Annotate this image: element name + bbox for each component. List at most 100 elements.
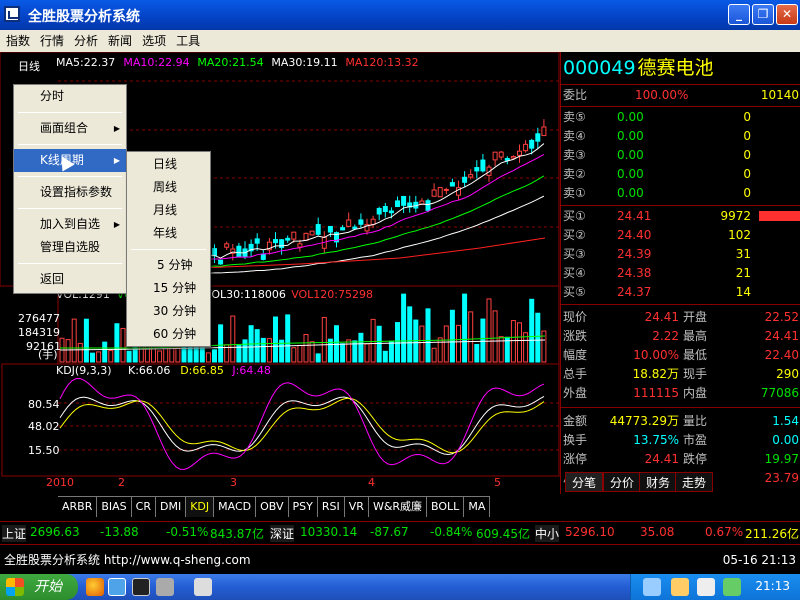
tab-kdj[interactable]: KDJ bbox=[186, 497, 215, 517]
tab-finance[interactable]: 财务 bbox=[639, 472, 678, 492]
stock-header: 000049 德赛电池 bbox=[563, 54, 714, 82]
menu-item-layout-label: 画面组合 bbox=[40, 121, 89, 135]
tab-trend[interactable]: 走势 bbox=[675, 472, 714, 492]
submenu-item-yearly[interactable]: 年线 bbox=[127, 222, 210, 245]
kdj-axis-1: 80.54 bbox=[28, 398, 60, 411]
submenu-item-60min[interactable]: 60 分钟 bbox=[127, 323, 210, 346]
submenu-arrow-icon: ▶ bbox=[113, 124, 120, 133]
menu-item-manage-favorites[interactable]: 管理自选股 bbox=[14, 236, 126, 259]
stat-value: 77086 bbox=[760, 386, 799, 400]
tab-psy[interactable]: PSY bbox=[289, 497, 318, 517]
stat-label: 跌停 bbox=[683, 452, 708, 466]
tray-app-icon[interactable] bbox=[697, 578, 715, 596]
sell-row: 卖③ 0.00 0 bbox=[563, 146, 799, 164]
submenu-item-30min[interactable]: 30 分钟 bbox=[127, 300, 210, 323]
tab-obv[interactable]: OBV bbox=[256, 497, 289, 517]
menu-index[interactable]: 指数 bbox=[0, 30, 35, 52]
ma-legend-item: MA20:21.54 bbox=[197, 56, 264, 69]
stat-label: 外盘 bbox=[563, 386, 588, 400]
app-launcher-icon[interactable] bbox=[156, 578, 174, 596]
menu-item-layout[interactable]: 画面组合 ▶ bbox=[14, 117, 126, 140]
stat-value: 23.79 bbox=[764, 471, 799, 485]
xaxis-label-0: 2010 bbox=[46, 476, 74, 489]
stat-label: 最高 bbox=[683, 329, 708, 343]
stat-label: 涨停 bbox=[563, 452, 588, 466]
ma-legend-item: MA10:22.94 bbox=[123, 56, 190, 69]
kdj-legend-item: KDJ(9,3,3) bbox=[56, 364, 112, 377]
menu-options[interactable]: 选项 bbox=[137, 30, 171, 52]
menu-item-add-favorite[interactable]: 加入到自选 ▶ bbox=[14, 213, 126, 236]
indicator-tabs: ARBR BIAS CR DMI KDJ MACD OBV PSY RSI VR W&R威廉 BOLL… bbox=[58, 496, 491, 517]
xaxis-label-3: 4 bbox=[368, 476, 375, 489]
menu-item-indicator-params[interactable]: 设置指标参数 bbox=[14, 181, 126, 204]
index-name[interactable]: 中小 bbox=[535, 525, 560, 542]
camera-icon[interactable] bbox=[194, 578, 212, 596]
tab-wr[interactable]: W&R威廉 bbox=[369, 497, 428, 517]
stock-name: 德赛电池 bbox=[637, 57, 714, 79]
stat-label: 现手 bbox=[683, 367, 708, 381]
explorer-icon[interactable] bbox=[108, 578, 126, 596]
network-icon[interactable] bbox=[643, 578, 661, 596]
submenu-item-5min[interactable]: 5 分钟 bbox=[127, 254, 210, 277]
start-button[interactable]: 开始 bbox=[0, 574, 78, 600]
stat-value: 24.41 bbox=[644, 310, 679, 324]
tab-arbr[interactable]: ARBR bbox=[58, 497, 98, 517]
submenu-item-monthly[interactable]: 月线 bbox=[127, 199, 210, 222]
stock-code: 000049 bbox=[563, 57, 636, 79]
submenu-item-weekly[interactable]: 周线 bbox=[127, 176, 210, 199]
buy-price: 24.39 bbox=[617, 247, 652, 261]
buy-price: 24.41 bbox=[617, 209, 652, 223]
sell-label: 卖④ bbox=[563, 129, 586, 143]
stat-row: 涨停 24.41 跌停 19.97 bbox=[563, 450, 799, 468]
buy-volume: 31 bbox=[735, 247, 751, 261]
sell-label: 卖② bbox=[563, 167, 586, 181]
sell-price: 0.00 bbox=[617, 167, 644, 181]
tray-app2-icon[interactable] bbox=[723, 578, 741, 596]
firefox-icon[interactable] bbox=[86, 578, 104, 596]
menu-market[interactable]: 行情 bbox=[35, 30, 69, 52]
menu-item-timeshare[interactable]: 分时 bbox=[14, 85, 126, 108]
buy-volume: 9972 bbox=[720, 209, 751, 223]
restore-button[interactable]: ❐ bbox=[752, 4, 774, 25]
submenu-item-daily[interactable]: 日线 bbox=[127, 153, 210, 176]
tab-tick[interactable]: 分笔 bbox=[565, 472, 604, 492]
tab-macd[interactable]: MACD bbox=[214, 497, 257, 517]
index-name[interactable]: 深证 bbox=[270, 525, 295, 542]
title-bar: 全胜股票分析系统 _ ❐ ✕ bbox=[0, 0, 800, 30]
terminal-icon[interactable] bbox=[132, 578, 150, 596]
sell-price: 0.00 bbox=[617, 148, 644, 162]
close-button[interactable]: ✕ bbox=[776, 4, 798, 25]
vol-axis-2: 184319 bbox=[18, 326, 60, 339]
ma-legend-item: MA30:19.11 bbox=[271, 56, 338, 69]
buy-label: 买① bbox=[563, 209, 586, 223]
tab-cr[interactable]: CR bbox=[132, 497, 156, 517]
window-title: 全胜股票分析系统 bbox=[28, 9, 140, 25]
menu-analysis[interactable]: 分析 bbox=[69, 30, 103, 52]
stat-value: 10.00% bbox=[633, 348, 679, 362]
system-tray: 21:13 bbox=[630, 574, 800, 600]
minimize-button[interactable]: _ bbox=[728, 4, 750, 25]
stat-value: 13.75% bbox=[633, 433, 679, 447]
menu-tools[interactable]: 工具 bbox=[171, 30, 205, 52]
tab-rsi[interactable]: RSI bbox=[318, 497, 345, 517]
stat-value: 19.97 bbox=[764, 452, 799, 466]
vol-axis-1: 276477 bbox=[18, 312, 60, 325]
status-left: 全胜股票分析系统 http://www.q-sheng.com bbox=[4, 553, 251, 567]
menu-news[interactable]: 新闻 bbox=[103, 30, 137, 52]
tab-boll[interactable]: BOLL bbox=[427, 497, 465, 517]
taskbar: 开始 21:13 bbox=[0, 574, 800, 600]
sound-icon[interactable] bbox=[671, 578, 689, 596]
tab-bias[interactable]: BIAS bbox=[97, 497, 132, 517]
vol-legend-item: VOL30:118006 bbox=[204, 288, 286, 301]
stat-row: 外盘 111115 内盘 77086 bbox=[563, 384, 799, 402]
submenu-item-15min[interactable]: 15 分钟 bbox=[127, 277, 210, 300]
menu-item-back[interactable]: 返回 bbox=[14, 268, 126, 291]
menu-bar: 指数 行情 分析 新闻 选项 工具 bbox=[0, 30, 800, 52]
tab-price[interactable]: 分价 bbox=[603, 472, 642, 492]
tab-dmi[interactable]: DMI bbox=[156, 497, 187, 517]
tab-vr[interactable]: VR bbox=[345, 497, 369, 517]
tab-ma[interactable]: MA bbox=[464, 497, 491, 517]
index-name[interactable]: 上证 bbox=[2, 525, 27, 542]
stat-value: 22.40 bbox=[764, 348, 799, 362]
buy-label: 买③ bbox=[563, 247, 586, 261]
